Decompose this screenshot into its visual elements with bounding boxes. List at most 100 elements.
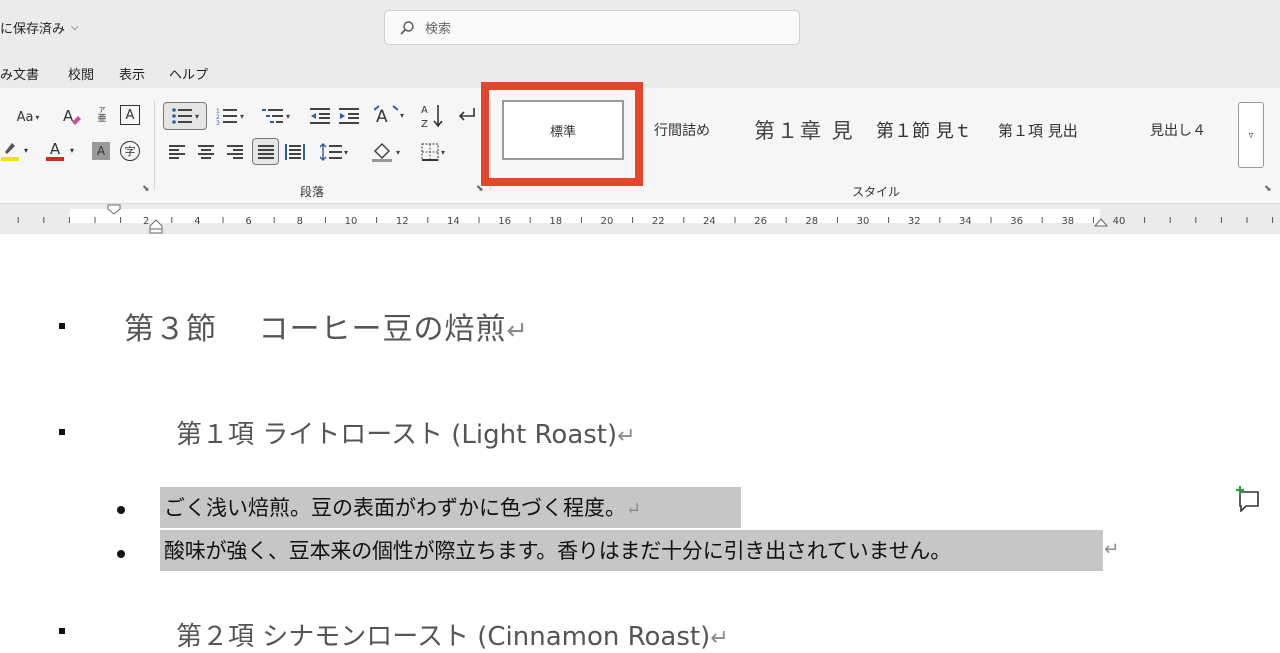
document-page[interactable]: 第３節 コーヒー豆の焙煎↵ 第１項 ライトロースト (Light Roast)↵… [0, 234, 1280, 653]
bullet-list-icon [172, 108, 192, 124]
enclose-characters-label: 字 [124, 145, 136, 158]
numbered-list-icon: 123 [216, 108, 237, 125]
ruler-label: 34 [959, 216, 972, 227]
align-right-icon[interactable] [223, 140, 247, 164]
font-dialog-launcher-icon[interactable]: ⬊ [142, 184, 150, 194]
ruler-label: 36 [1010, 216, 1023, 227]
ruler-label: 30 [857, 216, 870, 227]
save-status-label: に保存済み [0, 22, 66, 37]
search-box[interactable]: 検索 [384, 10, 800, 45]
borders-button[interactable]: ▾ [414, 140, 452, 164]
ruler-label: 24 [703, 216, 716, 227]
ruler-label: 12 [396, 216, 409, 227]
character-border-label: A [125, 107, 135, 123]
styles-dialog-launcher-icon[interactable]: ⬊ [1264, 184, 1272, 194]
paragraph-mark: ↵ [617, 423, 636, 449]
tab-help[interactable]: ヘルプ [169, 64, 208, 83]
paragraph-mark: ↵ [506, 316, 529, 346]
clear-formatting-icon[interactable]: A [60, 104, 84, 128]
highlight-color-button[interactable] [0, 140, 20, 162]
item2-heading[interactable]: 第２項 シナモンロースト (Cinnamon Roast)↵ [176, 616, 729, 653]
ruler-label: 10 [345, 216, 358, 227]
decrease-indent-icon[interactable] [308, 104, 332, 128]
item1-heading[interactable]: 第１項 ライトロースト (Light Roast)↵ [176, 414, 636, 451]
style-no-spacing-label: 行間詰め [654, 123, 710, 139]
first-line-indent-marker[interactable] [107, 204, 121, 216]
list-item[interactable]: ごく浅い焙煎。豆の表面がわずかに色づく程度。↵ [160, 487, 741, 528]
item2-heading-text: 第２項 シナモンロースト (Cinnamon Roast) [176, 622, 711, 652]
paragraph-mark: ↵ [710, 625, 729, 651]
character-border-button[interactable]: A [120, 105, 140, 125]
font-color-button[interactable]: A [44, 138, 66, 164]
style-heading-1[interactable]: 第１章 見 [754, 100, 862, 160]
list-bullet [117, 506, 125, 514]
section-heading[interactable]: 第３節 コーヒー豆の焙煎↵ [124, 304, 529, 348]
shading-button[interactable]: ▾ [368, 140, 404, 164]
new-comment-icon[interactable] [1234, 484, 1262, 512]
change-case-button[interactable]: Aa ▾ [10, 106, 46, 128]
asian-layout-icon: A [373, 105, 398, 126]
asian-layout-button[interactable]: A ▾ [370, 102, 408, 128]
item1-heading-text: 第１項 ライトロースト (Light Roast) [176, 420, 618, 450]
numbering-button[interactable]: 123 ▾ [212, 104, 248, 128]
styles-more-button[interactable]: ▿ [1238, 102, 1264, 168]
font-color-letter: A [49, 139, 61, 158]
distributed-icon[interactable] [283, 140, 307, 164]
list-item[interactable]: 酸味が強く、豆本来の個性が際立ちます。香りはまだ十分に引き出されていません。 [160, 530, 1103, 571]
ruby-label: 亜 [97, 114, 107, 124]
ruler-label: 40 [1113, 216, 1126, 227]
align-center-icon[interactable] [194, 140, 218, 164]
list-item-text: ごく浅い焙煎。豆の表面がわずかに色づく程度。 [164, 496, 626, 520]
horizontal-ruler[interactable]: 2 4 6 8 10 12 14 16 18 20 22 24 26 28 30 32 34 36 38 40 [0, 204, 1280, 234]
paragraph-mark: ↵ [626, 499, 641, 520]
svg-text:Z: Z [421, 119, 428, 129]
hanging-indent-marker[interactable] [149, 217, 163, 234]
borders-icon [421, 143, 439, 161]
character-shading-label: A [96, 144, 106, 158]
multilevel-list-button[interactable]: ▾ [258, 104, 294, 128]
character-shading-button[interactable]: A [92, 142, 110, 160]
highlight-dropdown-icon[interactable]: ▾ [24, 146, 28, 155]
tab-review-docs[interactable]: み文書 [0, 64, 39, 83]
section-heading-text: 第３節 コーヒー豆の焙煎 [124, 312, 507, 347]
style-heading-3-label: 第１項 見出 [998, 121, 1078, 140]
sort-icon[interactable]: AZ [420, 102, 446, 130]
phonetic-guide-button[interactable]: ア 亜 [92, 102, 112, 128]
save-status[interactable]: に保存済み ⌵ [0, 18, 79, 37]
search-placeholder: 検索 [425, 22, 452, 37]
ruler-ticks: 2 4 6 8 10 12 14 16 18 20 22 24 26 28 30 32 34 36 38 40 [17, 216, 1274, 227]
show-paragraph-marks-icon[interactable] [455, 104, 479, 128]
font-color-dropdown-icon[interactable]: ▾ [70, 146, 74, 155]
style-no-spacing[interactable]: 行間詰め [654, 100, 730, 160]
group-separator [154, 100, 155, 190]
style-heading-2[interactable]: 第１節 見ｔ [876, 100, 984, 160]
list-bullet [117, 550, 125, 558]
change-case-label: Aa [16, 109, 34, 125]
title-bar: に保存済み ⌵ 検索 [0, 0, 1280, 56]
style-heading-4-label: 見出し４ [1150, 123, 1206, 139]
chevron-down-icon: ⌵ [71, 22, 79, 33]
increase-indent-icon[interactable] [337, 104, 361, 128]
styles-group-label: スタイル [852, 185, 901, 199]
right-indent-marker[interactable] [1094, 216, 1108, 228]
line-spacing-icon [319, 143, 342, 161]
line-spacing-button[interactable]: ▾ [316, 140, 352, 164]
tab-view[interactable]: 表示 [119, 64, 145, 83]
ruler-label: 6 [245, 216, 251, 227]
align-left-icon[interactable] [165, 140, 189, 164]
ruler-label: 18 [549, 216, 562, 227]
heading-bullet [59, 429, 65, 435]
paragraph-group-label: 段落 [300, 185, 325, 199]
ruler-label: 28 [805, 216, 818, 227]
style-heading-3[interactable]: 第１項 見出 [998, 100, 1102, 160]
style-heading-1-label: 第１章 見 [754, 119, 855, 143]
enclose-characters-button[interactable]: 字 [120, 141, 140, 161]
bullets-button[interactable]: ▾ [163, 102, 207, 130]
style-heading-4[interactable]: 見出し４ [1150, 100, 1232, 160]
ruler-label: 8 [297, 216, 303, 227]
svg-text:A: A [376, 107, 388, 126]
font-color-swatch [46, 156, 64, 161]
justify-icon[interactable] [252, 138, 279, 165]
heading-bullet [59, 628, 65, 634]
tab-review[interactable]: 校閲 [68, 64, 94, 83]
